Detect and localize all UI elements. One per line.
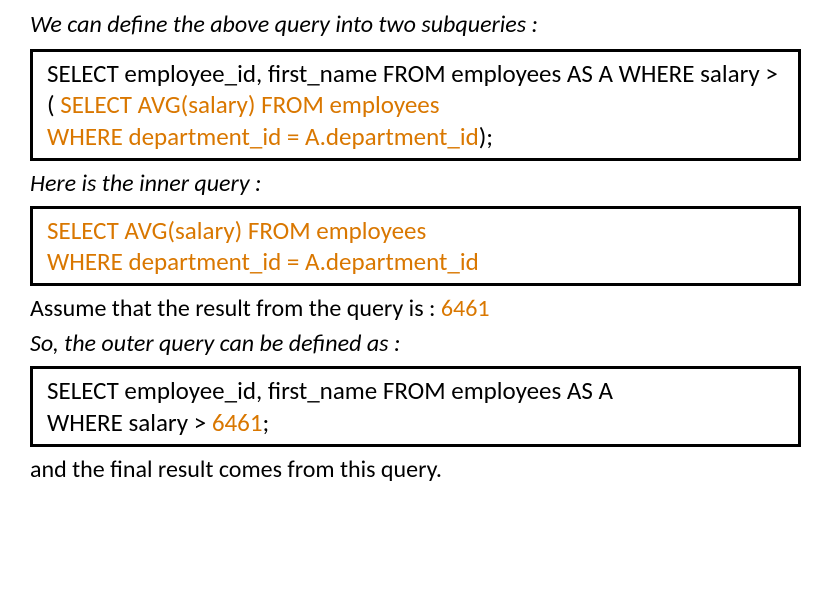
result-value: 6461 [212, 407, 263, 438]
paren-close: ); [479, 121, 493, 152]
code-line: SELECT AVG(salary) FROM employees [47, 215, 426, 246]
code-line: WHERE salary > 6461; [47, 407, 269, 438]
inner-query-box: SELECT AVG(salary) FROM employees WHERE … [30, 206, 801, 287]
code-line: WHERE salary > [619, 58, 778, 89]
intro-text-1: We can define the above query into two s… [30, 10, 801, 39]
assume-text: Assume that the result from the query is… [30, 294, 801, 323]
code-line: SELECT employee_id, first_name [47, 375, 377, 406]
inner-highlight: WHERE department_id = A.department_id [47, 121, 479, 152]
inner-highlight: SELECT AVG(salary) FROM employees [60, 89, 439, 120]
code-line: FROM employees AS A [383, 58, 613, 89]
code-line: SELECT employee_id, first_name [47, 58, 377, 89]
code-line: WHERE department_id = A.department_id [47, 246, 479, 277]
code-line: WHERE department_id = A.department_id); [47, 121, 493, 152]
semicolon: ; [263, 407, 270, 438]
intro-text-2: Here is the inner query : [30, 169, 801, 198]
full-query-box: SELECT employee_id, first_name FROM empl… [30, 49, 801, 161]
where-prefix: WHERE salary > [47, 407, 212, 438]
assume-value: 6461 [441, 294, 490, 323]
assume-prefix: Assume that the result from the query is… [30, 294, 441, 323]
conclusion-text: and the final result comes from this que… [30, 455, 801, 484]
code-line: FROM employees AS A [383, 375, 613, 406]
code-line: ( SELECT AVG(salary) FROM employees [47, 89, 440, 120]
intro-text-3: So, the outer query can be defined as : [30, 329, 801, 358]
paren-open: ( [47, 89, 60, 120]
outer-query-box: SELECT employee_id, first_name FROM empl… [30, 366, 801, 447]
